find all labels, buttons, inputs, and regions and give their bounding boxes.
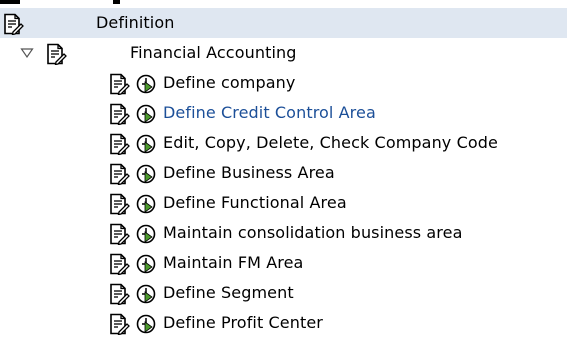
document-icon	[108, 73, 130, 96]
document-icon	[2, 13, 24, 36]
tree-item-label: Maintain FM Area	[163, 253, 304, 272]
execute-clock-icon[interactable]	[135, 313, 157, 335]
tree-item-label: Define company	[163, 73, 296, 92]
document-icon	[108, 103, 130, 126]
tree-item-label: Define Business Area	[163, 163, 335, 182]
tree-node-label: Financial Accounting	[130, 43, 297, 62]
tree-item-label: Define Segment	[163, 283, 294, 302]
tree-item-define-business-area[interactable]: Define Business Area	[0, 158, 567, 188]
document-icon	[108, 283, 130, 306]
tree-item-maintain-fm-area[interactable]: Maintain FM Area	[0, 248, 567, 278]
tree-item-label: Maintain consolidation business area	[163, 223, 463, 242]
tree-item-label: Define Functional Area	[163, 193, 347, 212]
tree-item-define-profit-center[interactable]: Define Profit Center	[0, 308, 567, 338]
tree-item-define-company[interactable]: Define company	[0, 68, 567, 98]
document-icon	[108, 163, 130, 186]
execute-clock-icon[interactable]	[135, 163, 157, 185]
document-icon	[108, 193, 130, 216]
execute-clock-icon[interactable]	[135, 103, 157, 125]
execute-clock-icon[interactable]	[135, 73, 157, 95]
tree-node-definition[interactable]: Definition	[0, 8, 567, 38]
tree-item-define-segment[interactable]: Define Segment	[0, 278, 567, 308]
document-icon	[108, 313, 130, 336]
tree-item-label: Define Credit Control Area	[163, 103, 376, 122]
execute-clock-icon[interactable]	[135, 223, 157, 245]
document-icon	[108, 133, 130, 156]
collapse-triangle-icon[interactable]	[20, 45, 34, 59]
tree-node-financial-accounting[interactable]: Financial Accounting	[0, 38, 567, 68]
execute-clock-icon[interactable]	[135, 283, 157, 305]
tree-item-define-credit-control-area[interactable]: Define Credit Control Area	[0, 98, 567, 128]
document-icon	[108, 253, 130, 276]
execute-clock-icon[interactable]	[135, 193, 157, 215]
document-icon	[45, 43, 67, 66]
document-icon	[108, 223, 130, 246]
tree-item-label: Define Profit Center	[163, 313, 323, 332]
execute-clock-icon[interactable]	[135, 253, 157, 275]
tree-item-maintain-consolidation-business-area[interactable]: Maintain consolidation business area	[0, 218, 567, 248]
previous-row-fragment	[0, 0, 567, 8]
tree-node-label: Definition	[96, 13, 175, 32]
tree-item-edit-copy-delete-check-company-code[interactable]: Edit, Copy, Delete, Check Company Code	[0, 128, 567, 158]
execute-clock-icon[interactable]	[135, 133, 157, 155]
tree-item-label: Edit, Copy, Delete, Check Company Code	[163, 133, 498, 152]
tree-item-define-functional-area[interactable]: Define Functional Area	[0, 188, 567, 218]
